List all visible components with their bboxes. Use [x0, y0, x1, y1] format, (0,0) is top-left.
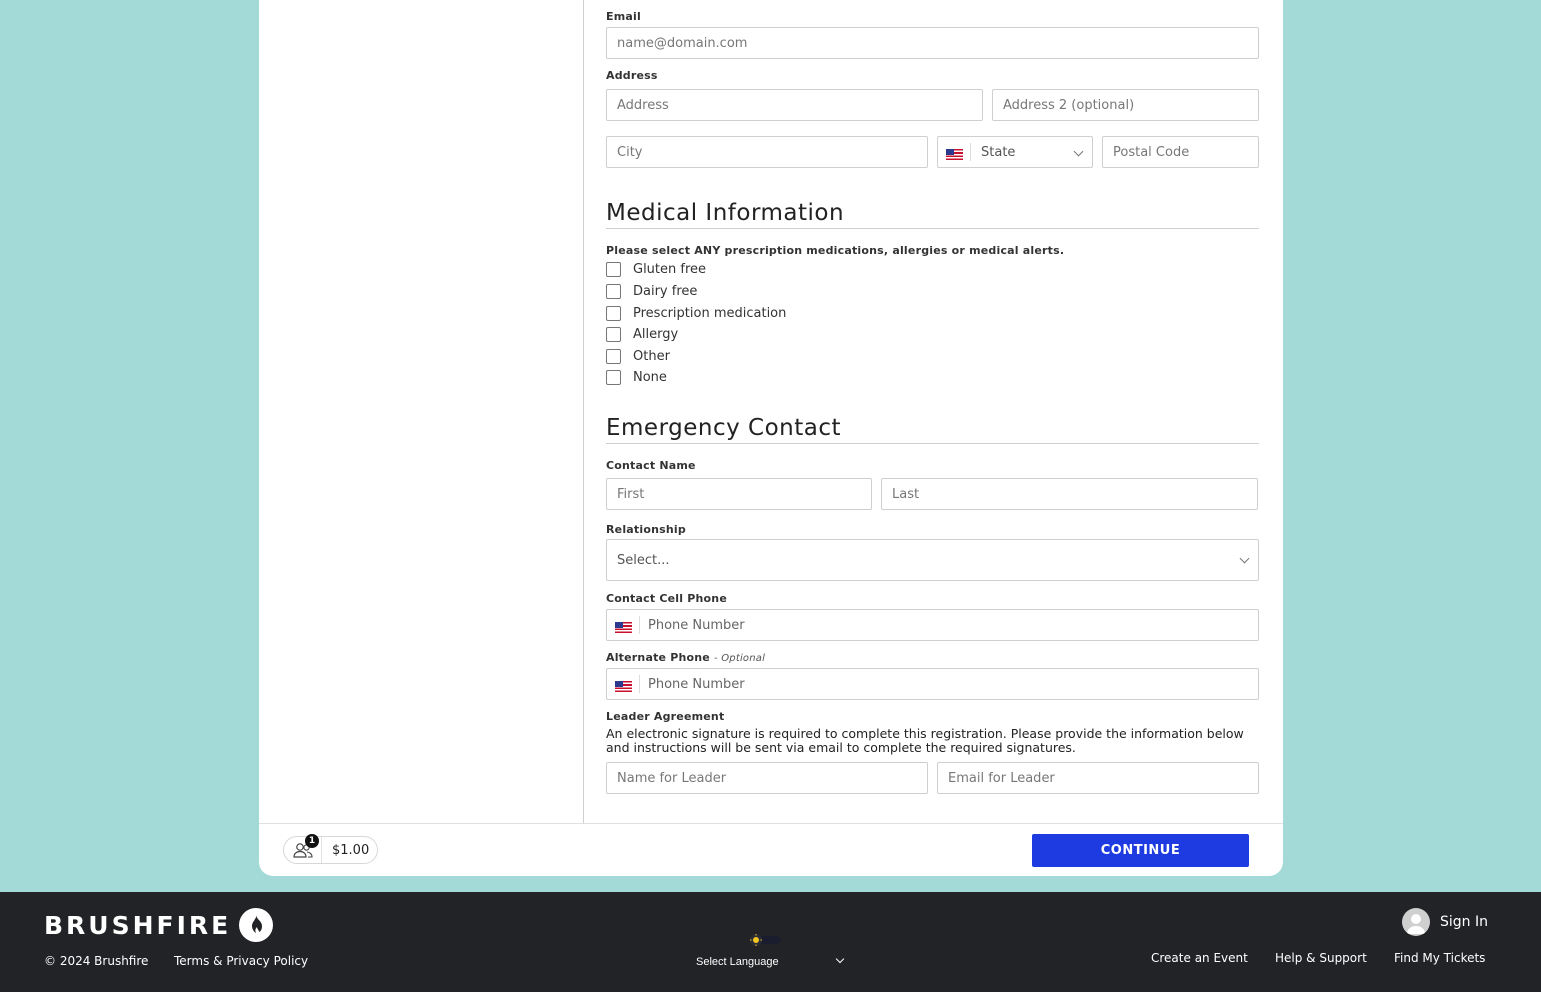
checkbox-label: Dairy free [633, 284, 698, 299]
site-footer: BRUSHFIRE © 2024 Brushfire Terms & Priva… [0, 892, 1541, 992]
sidebar-column [259, 0, 584, 823]
cart-summary[interactable]: 1 $1.00 [283, 834, 378, 864]
checkbox-label: Gluten free [633, 262, 707, 277]
user-avatar-icon [1402, 908, 1430, 936]
checkbox-box[interactable] [606, 284, 621, 299]
checkbox-other[interactable]: Other [606, 349, 670, 364]
logo-text: BRUSHFIRE [44, 910, 232, 940]
postal-code-field[interactable] [1102, 136, 1259, 168]
theme-toggle[interactable] [746, 932, 782, 946]
terms-link[interactable]: Terms & Privacy Policy [174, 954, 308, 968]
cart-count-badge: 1 [305, 834, 319, 848]
address-field[interactable] [606, 89, 983, 121]
registration-card: Email Address State Medical Information … [259, 0, 1283, 876]
checkbox-allergy[interactable]: Allergy [606, 327, 678, 342]
cell-phone-input[interactable]: Phone Number [606, 609, 1259, 641]
sign-in-button[interactable]: Sign In [1402, 908, 1488, 936]
alternate-phone-input[interactable]: Phone Number [606, 668, 1259, 700]
phone-placeholder: Phone Number [648, 617, 745, 633]
checkout-bar: 1 $1.00 CONTINUE [259, 823, 1283, 876]
medical-prompt: Please select ANY prescription medicatio… [606, 244, 1065, 257]
phone-placeholder: Phone Number [648, 676, 745, 692]
checkbox-dairy-free[interactable]: Dairy free [606, 284, 697, 299]
chevron-down-icon [1073, 146, 1084, 157]
checkbox-gluten-free[interactable]: Gluten free [606, 262, 706, 277]
continue-button[interactable]: CONTINUE [1032, 834, 1249, 867]
us-flag-icon[interactable] [607, 675, 640, 693]
medical-section-title: Medical Information [606, 200, 1259, 229]
checkbox-prescription[interactable]: Prescription medication [606, 306, 786, 321]
contact-first-field[interactable] [606, 478, 872, 510]
contact-name-label: Contact Name [606, 459, 696, 472]
language-select[interactable]: Select Language [696, 956, 779, 968]
alternate-phone-label-text: Alternate Phone [606, 651, 710, 664]
leader-agreement-label: Leader Agreement [606, 710, 725, 723]
relationship-select[interactable]: Select... [606, 539, 1259, 581]
people-icon: 1 [284, 834, 322, 863]
email-label: Email [606, 10, 641, 23]
address2-field[interactable] [992, 89, 1259, 121]
flame-icon [239, 908, 274, 942]
create-event-link[interactable]: Create an Event [1151, 951, 1248, 965]
us-flag-icon[interactable] [607, 616, 640, 634]
state-select[interactable]: State [937, 136, 1093, 168]
sign-in-label: Sign In [1440, 914, 1488, 930]
cart-price: $1.00 [332, 842, 370, 858]
help-support-link[interactable]: Help & Support [1275, 951, 1367, 965]
emergency-section-title: Emergency Contact [606, 415, 1259, 444]
copyright: © 2024 Brushfire [44, 954, 149, 968]
checkbox-box[interactable] [606, 262, 621, 277]
chevron-down-icon[interactable] [835, 954, 845, 964]
email-field[interactable] [606, 27, 1259, 59]
checkbox-box[interactable] [606, 349, 621, 364]
checkbox-box[interactable] [606, 306, 621, 321]
chevron-down-icon [1239, 553, 1250, 564]
find-tickets-link[interactable]: Find My Tickets [1394, 951, 1485, 965]
leader-agreement-text: An electronic signature is required to c… [606, 726, 1244, 755]
relationship-value: Select... [617, 552, 670, 568]
checkbox-label: Other [633, 349, 670, 364]
checkbox-none[interactable]: None [606, 370, 667, 385]
city-field[interactable] [606, 136, 928, 168]
checkbox-box[interactable] [606, 370, 621, 385]
leader-name-field[interactable] [606, 762, 928, 794]
alternate-phone-label: Alternate Phone - Optional [606, 651, 765, 664]
address-label: Address [606, 69, 658, 82]
checkbox-label: Prescription medication [633, 306, 787, 321]
leader-email-field[interactable] [937, 762, 1259, 794]
contact-last-field[interactable] [881, 478, 1258, 510]
brushfire-logo[interactable]: BRUSHFIRE [44, 908, 274, 942]
state-value: State [981, 144, 1016, 160]
us-flag-icon [938, 143, 971, 161]
checkbox-box[interactable] [606, 327, 621, 342]
checkbox-label: Allergy [633, 327, 679, 342]
cell-phone-label: Contact Cell Phone [606, 592, 727, 605]
optional-note: - Optional [714, 653, 766, 664]
checkbox-label: None [633, 370, 667, 385]
relationship-label: Relationship [606, 523, 686, 536]
